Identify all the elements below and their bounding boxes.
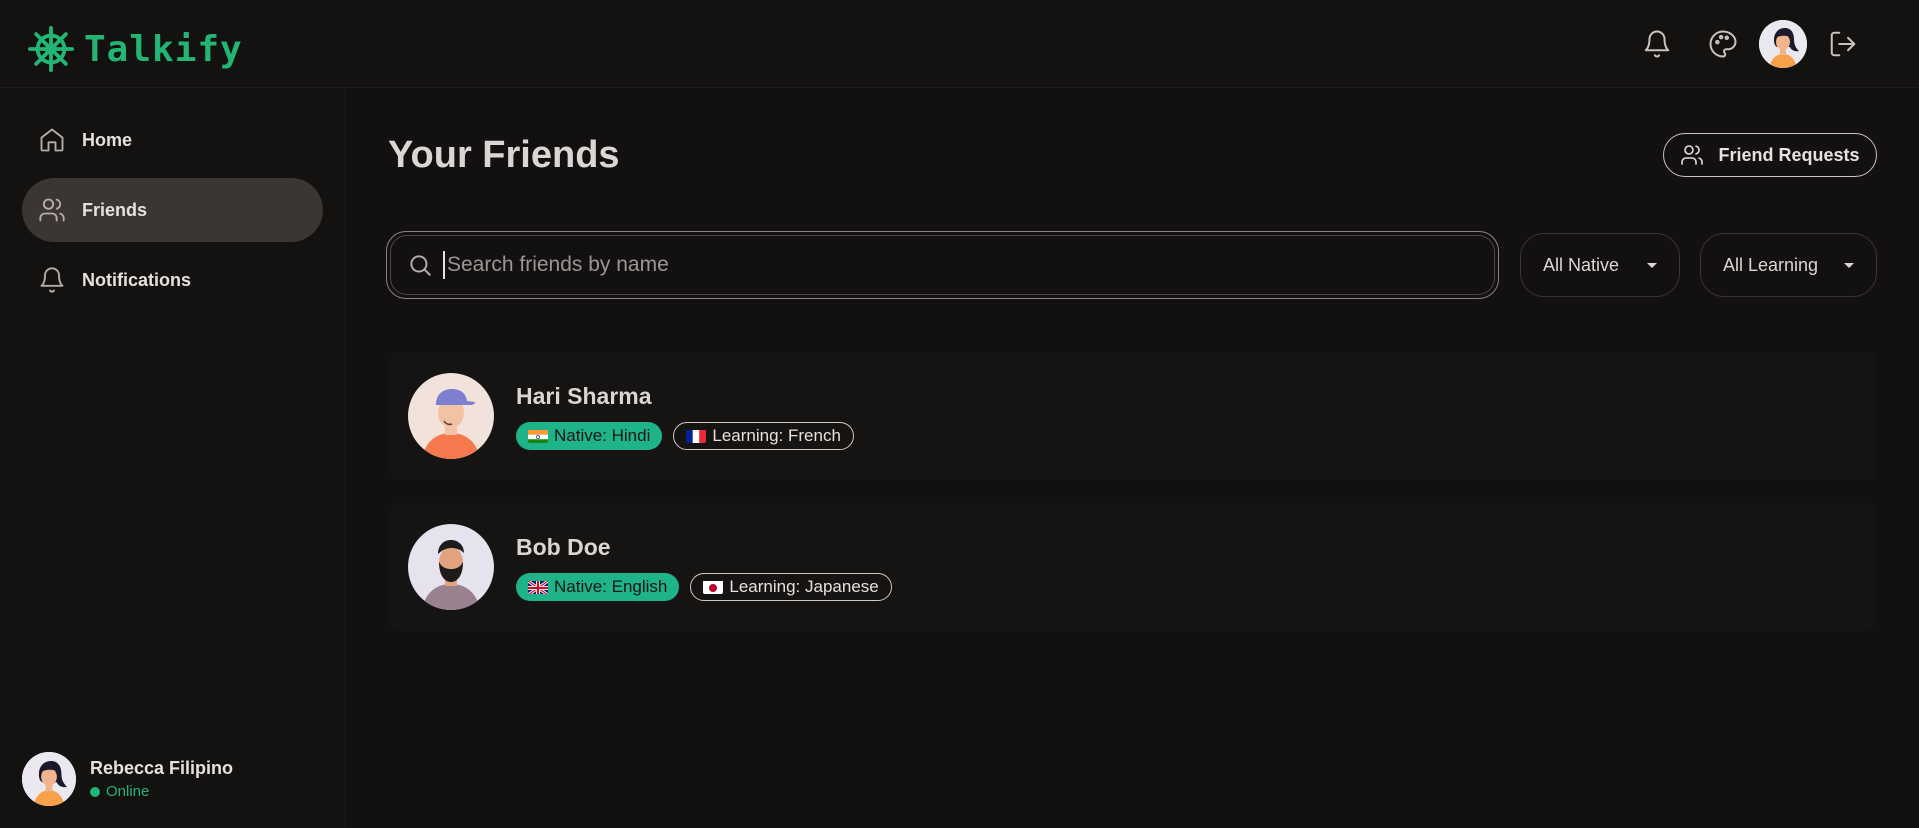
palette-icon	[1709, 30, 1737, 58]
native-language-text: Native: English	[554, 576, 668, 596]
status-text: Online	[106, 783, 150, 800]
sidebar-nav: Home Friends Notifications	[22, 108, 323, 318]
search-input[interactable]	[443, 251, 1494, 279]
native-language-filter[interactable]: All Native	[1520, 233, 1680, 297]
learning-language-filter[interactable]: All Learning	[1700, 233, 1877, 297]
uk-flag-icon	[528, 579, 548, 594]
india-flag-icon	[528, 429, 548, 443]
page-title: Your Friends	[388, 134, 620, 176]
search-icon	[410, 255, 431, 276]
logout-button[interactable]	[1817, 20, 1869, 68]
man-cap-avatar-illustration	[408, 373, 494, 459]
learning-language-badge: Learning: Japanese	[690, 572, 892, 601]
app-root: Talkify Home Friends Notifications Rebec…	[0, 0, 1919, 828]
learning-language-badge: Learning: French	[673, 421, 854, 450]
avatar	[408, 524, 494, 610]
france-flag-icon	[686, 429, 707, 443]
current-user-name: Rebecca Filipino	[90, 758, 234, 778]
friend-card[interactable]: Bob Doe Native: English Learning: Japane…	[388, 503, 1877, 631]
native-language-badge: Native: English	[516, 572, 680, 601]
friend-requests-button[interactable]: Friend Requests	[1663, 133, 1877, 177]
header-actions	[1631, 20, 1869, 68]
sidebar-item-label: Notifications	[82, 269, 192, 290]
users-icon	[39, 198, 65, 222]
top-bar: Talkify	[0, 0, 1919, 88]
sidebar-item-home[interactable]: Home	[22, 108, 323, 172]
friend-info: Bob Doe Native: English Learning: Japane…	[516, 534, 892, 601]
search-field[interactable]	[390, 235, 1495, 295]
avatar	[408, 373, 494, 459]
app-name: Talkify	[84, 28, 243, 70]
status-indicator: Online	[90, 783, 233, 800]
sidebar-item-notifications[interactable]: Notifications	[22, 248, 323, 312]
logo[interactable]: Talkify	[28, 26, 243, 72]
notifications-button[interactable]	[1631, 20, 1683, 68]
search-box	[386, 231, 1499, 299]
current-user-info: Rebecca Filipino Online	[90, 758, 233, 800]
native-language-text: Native: Hindi	[554, 425, 651, 445]
friend-info: Hari Sharma Native: Hindi Learning: Fren…	[516, 383, 854, 450]
bearded-man-avatar-illustration	[408, 524, 494, 610]
native-language-badge: Native: Hindi	[516, 421, 663, 450]
chevron-down-icon	[1647, 262, 1657, 268]
learning-language-text: Learning: Japanese	[729, 576, 879, 596]
logout-icon	[1830, 31, 1856, 57]
friend-name: Bob Doe	[516, 533, 611, 560]
chevron-down-icon	[1844, 262, 1854, 268]
bell-icon	[1644, 30, 1670, 58]
online-dot-icon	[90, 786, 100, 797]
woman-avatar-illustration	[1759, 20, 1807, 68]
theme-button[interactable]	[1697, 20, 1749, 68]
sidebar-item-friends[interactable]: Friends	[22, 178, 323, 242]
friend-requests-label: Friend Requests	[1718, 144, 1860, 165]
sidebar-item-label: Home	[82, 129, 133, 150]
sidebar: Home Friends Notifications Rebecca Filip…	[0, 88, 346, 828]
bell-icon	[40, 267, 64, 293]
friend-card[interactable]: Hari Sharma Native: Hindi Learning: Fren…	[388, 352, 1877, 480]
ship-wheel-icon	[28, 26, 74, 72]
home-icon	[40, 128, 64, 152]
sidebar-item-label: Friends	[82, 199, 148, 220]
language-badges: Native: English Learning: Japanese	[516, 572, 892, 601]
learning-filter-value: All Learning	[1723, 254, 1819, 275]
woman-avatar-illustration	[22, 752, 76, 806]
user-avatar[interactable]	[1759, 20, 1807, 68]
language-badges: Native: Hindi Learning: French	[516, 421, 854, 450]
main-content: Your Friends Friend Requests All Native	[346, 88, 1919, 828]
current-user: Rebecca Filipino Online	[22, 752, 233, 806]
learning-language-text: Learning: French	[712, 425, 841, 445]
japan-flag-icon	[703, 580, 724, 594]
native-filter-value: All Native	[1543, 254, 1620, 275]
friend-name: Hari Sharma	[516, 382, 652, 409]
avatar	[22, 752, 76, 806]
users-icon	[1681, 145, 1704, 165]
